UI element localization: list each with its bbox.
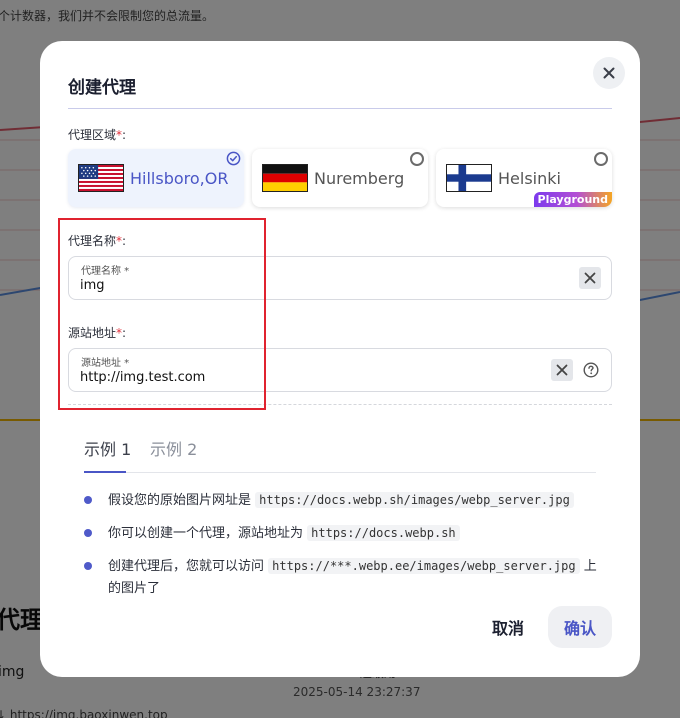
list-item: 你可以创建一个代理，源站地址为 https://docs.webp.sh — [84, 522, 604, 544]
clear-icon — [556, 364, 568, 376]
close-button[interactable] — [593, 57, 625, 89]
example-text: 创建代理后，您就可以访问 — [108, 559, 265, 574]
section-divider — [68, 404, 612, 405]
example-code: https://***.webp.ee/images/webp_server.j… — [268, 558, 580, 574]
active-tab-indicator — [84, 471, 126, 473]
list-item: 假设您的原始图片网址是 https://docs.webp.sh/images/… — [84, 489, 604, 511]
create-proxy-dialog: 创建代理 代理区域*: Hillsboro,OR Nuremberg Helsi… — [40, 41, 640, 677]
proxy-name-float-label: 代理名称 * — [81, 266, 130, 277]
example-code: https://docs.webp.sh — [307, 525, 460, 541]
origin-float-label: 源站地址 * — [81, 358, 130, 369]
check-circle-icon — [226, 151, 241, 166]
finland-flag-icon — [446, 164, 492, 192]
example-code: https://docs.webp.sh/images/webp_server.… — [255, 492, 574, 508]
tab-example-1[interactable]: 示例 1 — [84, 436, 131, 460]
region-name-nuremberg: Nuremberg — [314, 169, 405, 188]
close-icon — [603, 67, 615, 79]
origin-clear-button[interactable] — [551, 359, 573, 381]
confirm-button[interactable]: 确认 — [548, 606, 612, 648]
region-option-helsinki[interactable]: Helsinki Playground — [436, 149, 612, 207]
origin-label: 源站地址*: — [68, 326, 127, 340]
example-text: 假设您的原始图片网址是 — [108, 493, 252, 508]
bullet-icon — [84, 562, 92, 570]
proxy-name-label: 代理名称*: — [68, 234, 127, 248]
us-flag-icon — [78, 164, 124, 192]
proxy-name-clear-button[interactable] — [579, 267, 601, 289]
proxy-name-input[interactable] — [80, 278, 520, 293]
germany-flag-icon — [262, 164, 308, 192]
bullet-icon — [84, 529, 92, 537]
clear-icon — [584, 272, 596, 284]
title-divider — [68, 108, 612, 109]
region-option-nuremberg[interactable]: Nuremberg — [252, 149, 428, 207]
example-tabs: 示例 1 示例 2 — [84, 433, 596, 473]
proxy-name-field[interactable]: 代理名称 * — [68, 256, 612, 300]
tab-example-2[interactable]: 示例 2 — [150, 436, 197, 460]
playground-badge: Playground — [533, 192, 612, 207]
cancel-button[interactable]: 取消 — [474, 606, 542, 648]
origin-field[interactable]: 源站地址 * — [68, 348, 612, 392]
dialog-title: 创建代理 — [68, 78, 136, 98]
region-radio-helsinki[interactable] — [594, 152, 608, 166]
region-label: 代理区域*: — [68, 128, 127, 142]
list-item: 创建代理后，您就可以访问 https://***.webp.ee/images/… — [84, 555, 604, 599]
help-circle-icon[interactable] — [583, 362, 599, 378]
region-name-hillsboro: Hillsboro,OR — [130, 169, 229, 188]
region-option-hillsboro[interactable]: Hillsboro,OR — [68, 149, 244, 207]
origin-input[interactable] — [80, 370, 520, 385]
region-name-helsinki: Helsinki — [498, 169, 561, 188]
bullet-icon — [84, 496, 92, 504]
example-text: 你可以创建一个代理，源站地址为 — [108, 526, 304, 541]
region-radio-nuremberg[interactable] — [410, 152, 424, 166]
